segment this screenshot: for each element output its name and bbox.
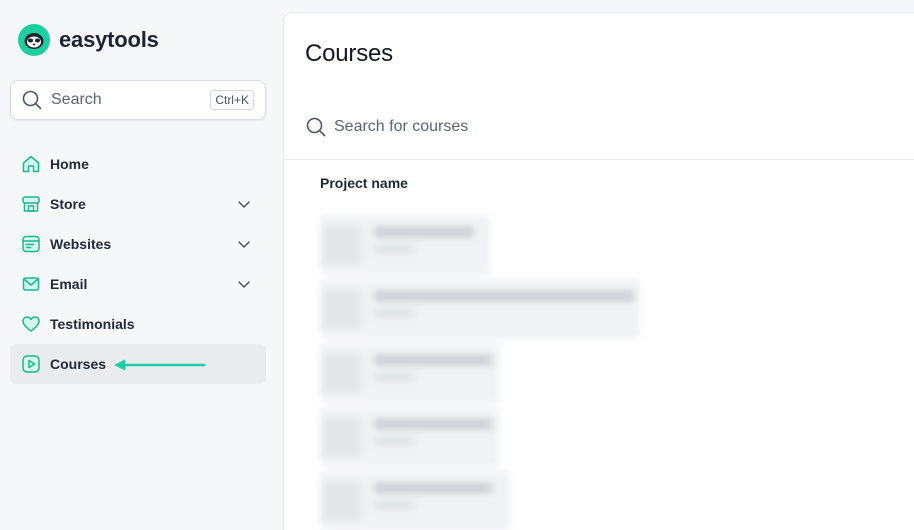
heart-icon: [20, 313, 42, 335]
search-label: Search: [51, 91, 102, 108]
sidebar-nav: Home Store Websites Email Testimonials C…: [10, 144, 266, 384]
search-input[interactable]: Search Ctrl+K: [10, 80, 266, 120]
chevron-down-icon[interactable]: [236, 236, 252, 252]
sidebar-item-email[interactable]: Email: [10, 264, 266, 304]
sidebar-item-label: Store: [50, 196, 86, 212]
column-header-project-name: Project name: [320, 175, 408, 191]
brand[interactable]: easytools: [18, 24, 159, 56]
sidebar-item-websites[interactable]: Websites: [10, 224, 266, 264]
search-icon: [306, 117, 326, 137]
table-row[interactable]: [320, 277, 680, 341]
table-row[interactable]: [320, 341, 680, 405]
sidebar-item-testimonials[interactable]: Testimonials: [10, 304, 266, 344]
play-icon: [20, 353, 42, 375]
search-icon: [22, 90, 42, 110]
sidebar-item-label: Home: [50, 156, 89, 172]
brand-name: easytools: [59, 27, 159, 52]
page-title: Courses: [305, 40, 393, 67]
search-placeholder: Search for courses: [334, 118, 469, 135]
store-icon: [20, 193, 42, 215]
divider: [284, 159, 914, 160]
main-panel: Courses Search for courses Project name: [283, 12, 914, 530]
email-icon: [20, 273, 42, 295]
table-row[interactable]: [320, 469, 680, 530]
course-list: [320, 213, 680, 530]
chevron-down-icon[interactable]: [236, 196, 252, 212]
pointer-arrow-icon: [114, 359, 206, 371]
sidebar-item-label: Websites: [50, 236, 112, 252]
sidebar-item-store[interactable]: Store: [10, 184, 266, 224]
sidebar: easytools Search Ctrl+K Home Store Websi…: [0, 0, 282, 530]
website-icon: [20, 233, 42, 255]
sidebar-item-label: Email: [50, 276, 88, 292]
home-icon: [20, 153, 42, 175]
chevron-down-icon[interactable]: [236, 276, 252, 292]
shortcut-badge: Ctrl+K: [210, 90, 254, 110]
course-search-input[interactable]: Search for courses: [306, 116, 468, 138]
sidebar-item-home[interactable]: Home: [10, 144, 266, 184]
table-row[interactable]: [320, 213, 680, 277]
sloth-logo-icon: [18, 24, 50, 56]
table-row[interactable]: [320, 405, 680, 469]
sidebar-item-label: Testimonials: [50, 316, 135, 332]
